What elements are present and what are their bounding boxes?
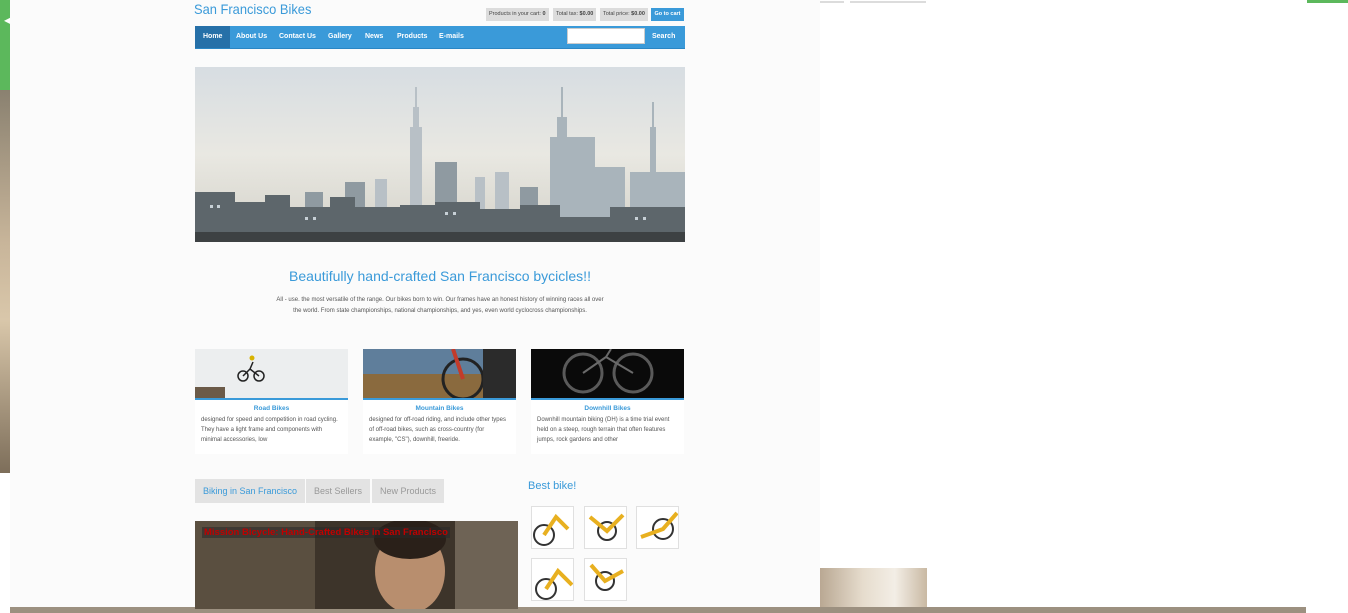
cart-total-tax: Total tax: $0.00 (553, 8, 597, 21)
hero-image (195, 67, 685, 242)
cart-products-count: Products in your cart: 0 (486, 8, 549, 21)
background-divider (850, 1, 926, 3)
nav-item-contact-us[interactable]: Contact Us (279, 26, 316, 48)
category-title[interactable]: Downhill Bikes (531, 405, 684, 412)
site-title[interactable]: San Francisco Bikes (194, 1, 311, 17)
downhill-bikes-image (531, 349, 684, 400)
best-bike-thumbnail[interactable] (531, 506, 574, 549)
category-card-downhill[interactable]: Downhill Bikes Downhill mountain biking … (531, 349, 684, 454)
mountain-bikes-image (363, 349, 516, 400)
page-headline: Beautifully hand-crafted San Francisco b… (289, 268, 591, 284)
best-bike-thumbnail[interactable] (636, 506, 679, 549)
background-green-strip-right (1307, 0, 1348, 3)
road-bikes-image (195, 349, 348, 400)
feature-video-image[interactable]: Mission Bicycle: Hand-Crafted Bikes in S… (195, 521, 518, 609)
category-card-road[interactable]: Road Bikes designed for speed and compet… (195, 349, 348, 454)
tab-new-products[interactable]: New Products (372, 479, 445, 503)
category-description: designed for speed and competition in ro… (201, 417, 338, 443)
background-divider (820, 1, 844, 3)
nav-item-about-us[interactable]: About Us (236, 26, 267, 48)
background-photo-strip (0, 90, 10, 473)
category-description: designed for off-road riding, and includ… (369, 417, 506, 443)
search-button[interactable]: Search (652, 29, 675, 45)
category-description: Downhill mountain biking (DH) is a time … (537, 417, 670, 443)
nav-item-emails[interactable]: E-mails (439, 26, 464, 48)
go-to-cart-button[interactable]: Go to cart (651, 8, 684, 21)
tab-biking-in-san-francisco[interactable]: Biking in San Francisco (195, 479, 306, 503)
best-bike-title: Best bike! (528, 480, 577, 492)
nav-item-news[interactable]: News (365, 26, 383, 48)
feature-caption[interactable]: Mission Bicycle: Hand-Crafted Bikes in S… (202, 527, 450, 538)
best-bike-thumbnail[interactable] (531, 558, 574, 601)
category-title[interactable]: Road Bikes (195, 405, 348, 412)
intro-paragraph: All - use. the most versatile of the ran… (276, 297, 604, 314)
search-input[interactable] (567, 28, 645, 44)
nav-item-home[interactable]: Home (195, 26, 231, 48)
nav-item-gallery[interactable]: Gallery (328, 26, 352, 48)
category-title[interactable]: Mountain Bikes (363, 405, 516, 412)
best-bike-thumbnail[interactable] (584, 558, 627, 601)
hero-caption-bar (195, 232, 685, 242)
category-card-mountain[interactable]: Mountain Bikes designed for off-road rid… (363, 349, 516, 454)
cart-total-price: Total price: $0.00 (600, 8, 648, 21)
best-bike-thumbnail[interactable] (584, 506, 627, 549)
nav-item-products[interactable]: Products (397, 26, 427, 48)
tab-best-sellers[interactable]: Best Sellers (306, 479, 371, 503)
background-photo-thumbnail (820, 568, 927, 608)
